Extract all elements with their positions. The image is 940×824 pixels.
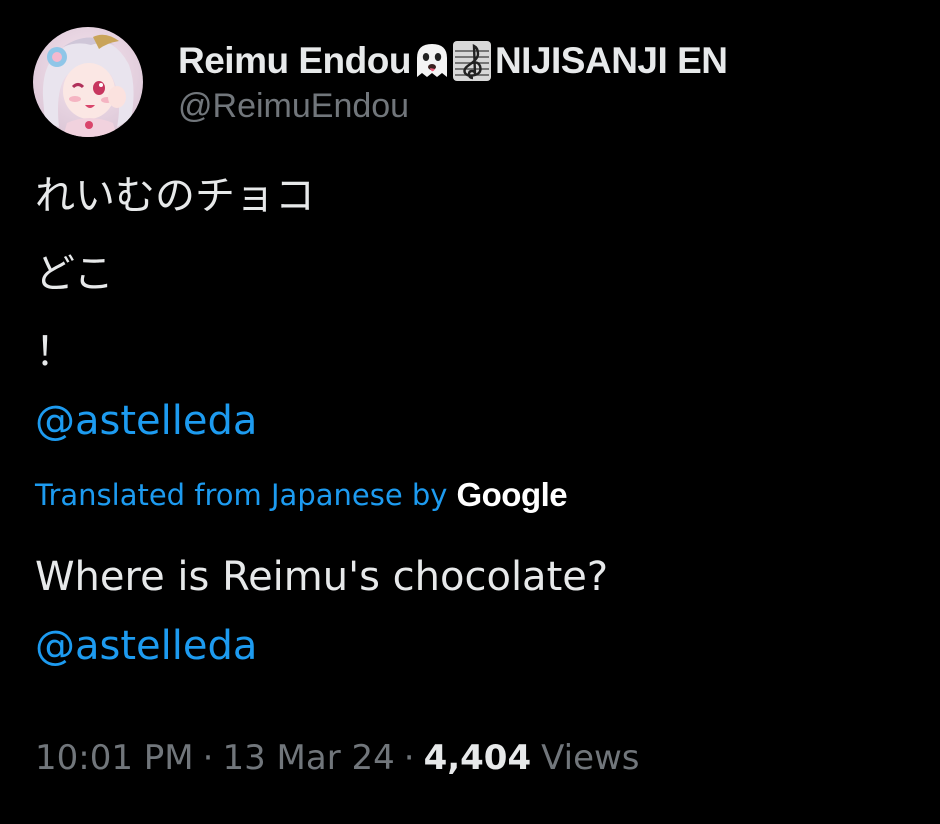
tweet-text-line: れいむのチョコ (35, 173, 315, 219)
tweet-meta: 10:01 PM · 13 Mar 24 · 4,404 Views (35, 738, 640, 778)
tweet-date[interactable]: 13 Mar 24 (222, 738, 394, 778)
author-affiliation: NIJISANJI EN (494, 40, 728, 81)
views-count[interactable]: 4,404 (424, 738, 532, 778)
mention-link[interactable]: @astelleda (35, 397, 257, 445)
avatar-image (33, 27, 143, 137)
ghost-icon (413, 41, 451, 81)
translated-text: Where is Reimu's chocolate? (35, 554, 609, 600)
tweet-time[interactable]: 10:01 PM (35, 738, 194, 778)
tweet-text-line: ！ (35, 329, 75, 375)
google-logo: Google (456, 476, 568, 513)
translation-attribution[interactable]: Translated from Japanese by Google (35, 476, 568, 514)
views-label: Views (541, 738, 640, 778)
translated-mention-link[interactable]: @astelleda (35, 622, 257, 670)
author-name-row[interactable]: Reimu Endou NIJISANJI EN (178, 38, 728, 84)
author-display-name[interactable]: Reimu Endou (178, 40, 411, 82)
avatar[interactable] (33, 27, 143, 137)
tweet-text-line: どこ (35, 251, 114, 297)
translation-label[interactable]: Translated from Japanese by (35, 478, 447, 512)
meta-separator: · (202, 738, 214, 778)
meta-separator: · (403, 738, 415, 778)
treble-clef-icon (452, 40, 492, 82)
author-handle[interactable]: @ReimuEndou (178, 87, 409, 126)
